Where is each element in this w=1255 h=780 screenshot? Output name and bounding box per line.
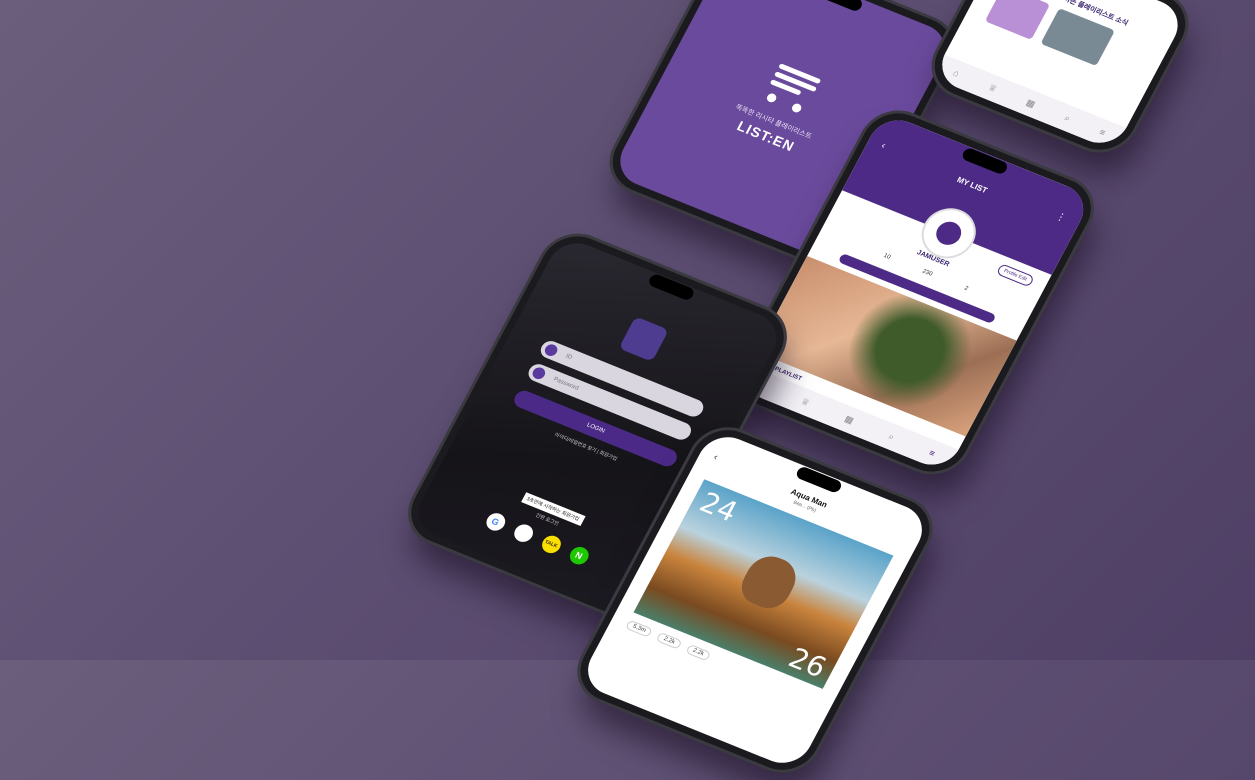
home-thumbnail[interactable] bbox=[984, 0, 1051, 40]
user-icon bbox=[542, 342, 560, 358]
art-number: 24 bbox=[694, 485, 743, 529]
search-icon[interactable]: ⌕ bbox=[886, 431, 896, 443]
stat-value: 2 bbox=[963, 285, 969, 293]
trophy-icon[interactable]: ♕ bbox=[799, 396, 812, 409]
art-number: 26 bbox=[783, 641, 832, 685]
user-icon bbox=[931, 218, 966, 249]
list-icon[interactable]: ≡ bbox=[1098, 127, 1108, 138]
password-placeholder: Password bbox=[552, 376, 580, 392]
share-count[interactable]: 2.2k bbox=[685, 643, 712, 662]
id-placeholder: ID bbox=[564, 353, 573, 362]
app-logo-icon bbox=[618, 316, 669, 362]
grid-icon[interactable]: ▦ bbox=[843, 413, 856, 426]
lock-icon bbox=[530, 365, 548, 381]
apple-icon[interactable] bbox=[510, 521, 536, 545]
naver-icon[interactable]: N bbox=[566, 544, 592, 567]
home-screen: 행복하게 하는 플레이리스트 소식 ⌂ ♕ ▦ ⌕ ≡ bbox=[932, 0, 1188, 151]
home-icon[interactable]: ⌂ bbox=[951, 68, 961, 79]
google-icon[interactable]: G bbox=[482, 510, 508, 534]
grid-icon[interactable]: ▦ bbox=[1024, 97, 1038, 110]
album-art: 24 26 bbox=[633, 479, 894, 689]
playlist-count[interactable]: 2.2k bbox=[655, 631, 683, 650]
stat-value: 230 bbox=[921, 268, 934, 278]
camel-image bbox=[734, 549, 804, 614]
mylist-header bbox=[842, 112, 1094, 275]
stat-value: 10 bbox=[882, 252, 892, 261]
search-icon[interactable]: ⌕ bbox=[1062, 112, 1072, 124]
kakao-icon[interactable]: TALK bbox=[538, 532, 564, 556]
phone-home: 행복하게 하는 플레이리스트 소식 ⌂ ♕ ▦ ⌕ ≡ bbox=[922, 0, 1198, 160]
like-count[interactable]: 5.3m bbox=[625, 619, 654, 638]
list-icon[interactable]: ≡ bbox=[927, 448, 937, 459]
trophy-icon[interactable]: ♕ bbox=[986, 82, 999, 95]
